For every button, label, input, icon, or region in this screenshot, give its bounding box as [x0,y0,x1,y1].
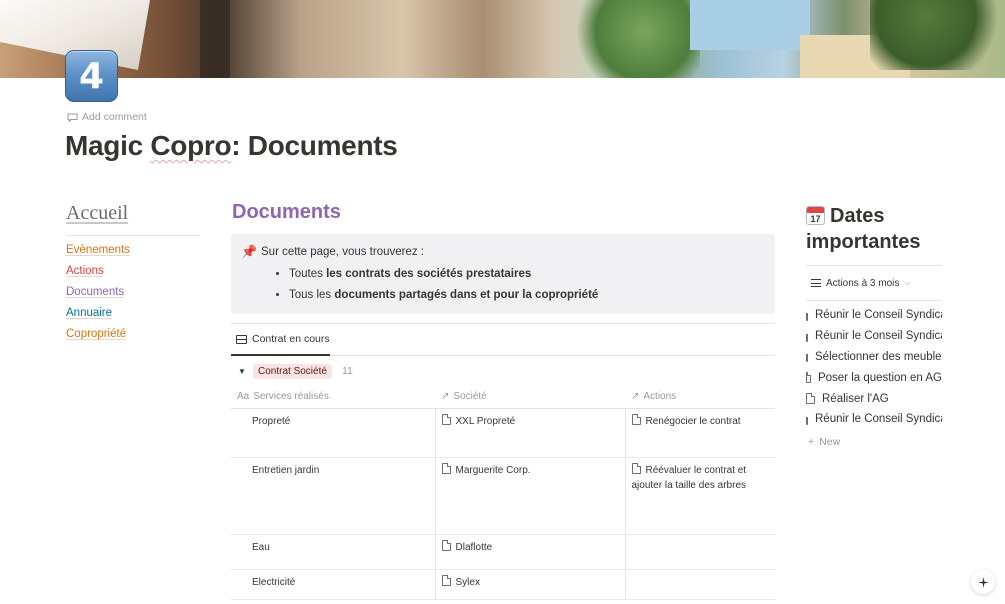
ai-assistant-button[interactable] [971,570,995,594]
action-link[interactable]: Renégocier le contrat [646,416,741,427]
right-column: 17 Dates importantes Actions à 3 mois ⌵ … [806,203,942,448]
page-title[interactable]: Magic Copro: Documents [65,130,398,162]
callout-intro: Sur cette page, vous trouverez : [261,246,425,258]
column-header-actions[interactable]: ↗ Actions [625,386,775,409]
nav-item-annuaire[interactable]: Annuaire [66,306,200,320]
action-item[interactable]: Réunir le Conseil Syndical [806,326,942,347]
nav-item-evenements[interactable]: Evènements [66,243,200,257]
caret-down-icon[interactable]: ▼ [231,367,253,376]
page-icon [806,413,808,425]
cell-action[interactable]: Réévaluer le contrat et ajouter la taill… [625,457,775,535]
cover-tree [560,0,700,78]
action-item-label: Sélectionner des meubles [815,350,942,363]
new-item-button[interactable]: + New [806,436,942,448]
page-icon [631,413,641,425]
actions-list: Réunir le Conseil Syndical Réunir le Cons… [806,305,942,430]
action-item-label: Réaliser l'AG [822,392,889,405]
pushpin-icon: 📌 [241,244,258,259]
tab-contrat-en-cours[interactable]: Contrat en cours [231,324,330,356]
page-icon [806,372,811,384]
action-item[interactable]: Réunir le Conseil Syndical [806,305,942,326]
cell-societe[interactable]: Dlaflotte [435,534,626,570]
action-item[interactable]: Réaliser l'AG [806,388,942,409]
comment-icon [67,113,78,122]
actions-view-selector[interactable]: Actions à 3 mois ⌵ [806,266,942,301]
plus-icon: + [808,435,815,448]
cell-societe[interactable]: Marguerite Corp. [435,457,626,535]
table-icon [236,334,247,344]
callout-bullet: Tous les documents partagés dans et pour… [289,285,763,306]
page-icon [806,351,808,363]
contracts-table: Aa Services réalisés ↗ Société ↗ Actions Pr… [231,386,775,600]
relation-arrow-icon: ↗ [631,391,640,403]
group-count: 11 [341,365,353,377]
cell-service[interactable]: Propreté [231,408,436,458]
cover-sky [690,0,810,50]
societe-link[interactable]: XXL Propreté [456,416,516,427]
page-icon [631,462,641,474]
group-tag: Contrat Société [253,363,332,379]
action-item[interactable]: Réunir le Conseil Syndical [806,409,942,430]
column-header-services[interactable]: Aa Services réalisés [231,386,435,409]
chevron-down-icon: ⌵ [904,278,911,287]
cover-shadow [200,0,230,78]
cell-service[interactable]: Entretien jardin [231,457,436,535]
page-icon [806,393,815,405]
page-icon [806,330,808,342]
tab-label: Contrat en cours [252,333,330,345]
callout-list: Toutes les contrats des sociétés prestat… [289,264,763,306]
action-item-label: Poser la question en AG [817,371,942,384]
text-property-icon: Aa [237,391,250,403]
relation-arrow-icon: ↗ [441,391,450,403]
cell-action[interactable]: Renégocier le contrat [625,408,775,458]
nav-list: Evènements Actions Documents Annuaire Coprop… [66,243,200,341]
callout-bullet: Toutes les contrats des sociétés prestat… [289,264,763,285]
cell-societe[interactable]: XXL Propreté [435,408,626,458]
nav-heading-accueil[interactable]: Accueil [66,202,200,225]
dates-title: 17 Dates importantes [806,205,921,253]
column-header-societe[interactable]: ↗ Société [435,386,625,409]
action-item[interactable]: Sélectionner des meubles [806,347,942,368]
cell-action[interactable] [625,569,775,600]
calendar-icon: 17 [806,206,825,225]
nav-item-actions[interactable]: Actions [66,264,200,278]
cover-tree-right [870,0,1005,70]
table-row[interactable]: Eau Dlaflotte [231,534,775,570]
callout: 📌 Sur cette page, vous trouverez : Toute… [231,234,775,314]
action-link[interactable]: Réévaluer le contrat et ajouter la taill… [632,465,747,491]
page-icon[interactable]: 4 [65,50,118,102]
table-row[interactable]: Entretien jardin Marguerite Corp. Réévalue… [231,457,775,535]
cell-action[interactable] [625,534,775,570]
cell-service[interactable]: Electricité [231,569,436,600]
add-comment-label: Add comment [82,111,147,123]
action-item-label: Réunir le Conseil Syndical [815,330,942,343]
action-item-label: Réunir le Conseil Syndical [815,309,942,322]
page-icon [441,413,451,425]
table-row[interactable]: Electricité Sylex [231,569,775,600]
action-item-label: Réunir le Conseil Syndical [815,413,942,426]
societe-link[interactable]: Marguerite Corp. [456,465,531,476]
nav-divider [66,235,200,236]
group-header[interactable]: ▼ Contrat Société 11 [231,356,775,386]
table-row[interactable]: Propreté XXL Propreté Renégocier le contra… [231,408,775,458]
page-icon [806,309,808,321]
page-icon [441,574,451,586]
add-comment-button[interactable]: Add comment [67,111,147,123]
nav-item-copropriete[interactable]: Copropriété [66,327,200,341]
page-icon [441,539,451,551]
list-icon [811,279,821,287]
societe-link[interactable]: Sylex [456,577,480,588]
cell-societe[interactable]: Sylex [435,569,626,600]
societe-link[interactable]: Dlaflotte [456,542,493,553]
nav-item-documents[interactable]: Documents [66,285,200,299]
database-view-tabs: Contrat en cours [231,323,775,356]
sparkle-icon [977,576,989,588]
cover-image[interactable] [0,0,1005,78]
cell-service[interactable]: Eau [231,534,436,570]
main-column: Documents 📌 Sur cette page, vous trouver… [231,201,775,600]
page-icon [441,462,451,474]
section-title: Documents [232,201,341,223]
action-item[interactable]: Poser la question en AG [806,367,942,388]
left-nav: Accueil Evènements Actions Documents Annuai… [66,202,200,341]
